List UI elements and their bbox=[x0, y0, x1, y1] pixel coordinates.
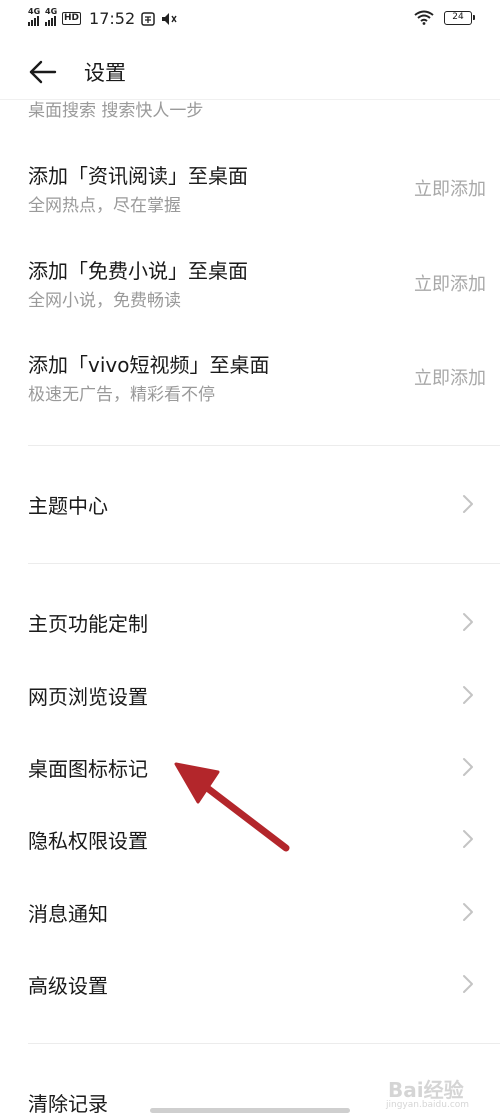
signal-sim2-icon: 4G bbox=[45, 7, 57, 26]
promo-subtitle: 全网小说，免费畅读 bbox=[28, 291, 181, 311]
list-item-label: 消息通知 bbox=[28, 902, 108, 926]
list-item-label: 高级设置 bbox=[28, 974, 108, 998]
promo-title: 添加「免费小说」至桌面 bbox=[28, 259, 248, 283]
sim1-label: 4G bbox=[28, 6, 41, 16]
chevron-right-icon bbox=[463, 613, 473, 631]
list-item-label: 桌面图标标记 bbox=[28, 757, 148, 781]
watermark-sub: jingyan.baidu.com bbox=[386, 1100, 470, 1110]
list-item-browse-settings[interactable]: 网页浏览设置 bbox=[0, 671, 500, 719]
chevron-right-icon bbox=[463, 830, 473, 848]
section-divider bbox=[28, 563, 500, 564]
watermark-text: Bai经验 bbox=[388, 1078, 464, 1102]
list-item-label: 清除记录 bbox=[28, 1092, 108, 1116]
status-right: 24 bbox=[414, 10, 475, 25]
add-now-button[interactable]: 立即添加 bbox=[414, 270, 486, 296]
home-indicator[interactable] bbox=[150, 1108, 350, 1113]
mute-icon bbox=[162, 12, 177, 25]
list-item-advanced-settings[interactable]: 高级设置 bbox=[0, 960, 500, 1008]
hd-icon: HD bbox=[62, 12, 82, 25]
promo-title: 添加「vivo短视频」至桌面 bbox=[28, 353, 270, 377]
sim2-label: 4G bbox=[45, 6, 58, 16]
watermark: Bai经验 jingyan.baidu.com bbox=[380, 1070, 490, 1114]
notification-icon bbox=[141, 11, 155, 26]
battery-icon: 24 bbox=[444, 10, 475, 25]
chevron-right-icon bbox=[463, 495, 473, 513]
page-title: 设置 bbox=[84, 61, 126, 85]
chevron-right-icon bbox=[463, 686, 473, 704]
section-divider bbox=[28, 1043, 500, 1044]
list-item-notifications[interactable]: 消息通知 bbox=[0, 888, 500, 936]
chevron-right-icon bbox=[463, 903, 473, 921]
add-now-button[interactable]: 立即添加 bbox=[414, 364, 486, 390]
back-arrow-icon[interactable] bbox=[28, 58, 58, 86]
annotation-arrow-icon bbox=[174, 762, 290, 852]
status-left: 4G 4G HD 17:52 bbox=[28, 7, 177, 28]
list-item-label: 隐私权限设置 bbox=[28, 829, 148, 853]
wifi-icon bbox=[414, 10, 434, 25]
add-now-button[interactable]: 立即添加 bbox=[414, 175, 486, 201]
list-item-theme-center[interactable]: 主题中心 bbox=[0, 480, 500, 528]
promo-item-novel[interactable]: 添加「免费小说」至桌面 全网小说，免费畅读 立即添加 bbox=[0, 255, 500, 315]
list-item-label: 主页功能定制 bbox=[28, 612, 148, 636]
app-header: 设置 bbox=[0, 44, 500, 100]
promo-item-video[interactable]: 添加「vivo短视频」至桌面 极速无广告，精彩看不停 立即添加 bbox=[0, 349, 500, 409]
list-item-label: 主题中心 bbox=[28, 494, 108, 518]
chevron-right-icon bbox=[463, 758, 473, 776]
section-divider bbox=[28, 445, 500, 446]
list-item-homepage-custom[interactable]: 主页功能定制 bbox=[0, 598, 500, 646]
promo-item-news[interactable]: 添加「资讯阅读」至桌面 全网热点，尽在掌握 立即添加 bbox=[0, 160, 500, 220]
promo-subtitle: 极速无广告，精彩看不停 bbox=[28, 385, 215, 405]
promo-title: 添加「资讯阅读」至桌面 bbox=[28, 164, 248, 188]
promo-subtitle: 全网热点，尽在掌握 bbox=[28, 196, 181, 216]
signal-sim1-icon: 4G bbox=[28, 7, 40, 26]
status-time: 17:52 bbox=[89, 9, 136, 28]
status-bar: 4G 4G HD 17:52 24 bbox=[0, 0, 500, 40]
list-item-label: 网页浏览设置 bbox=[28, 685, 148, 709]
chevron-right-icon bbox=[463, 975, 473, 993]
